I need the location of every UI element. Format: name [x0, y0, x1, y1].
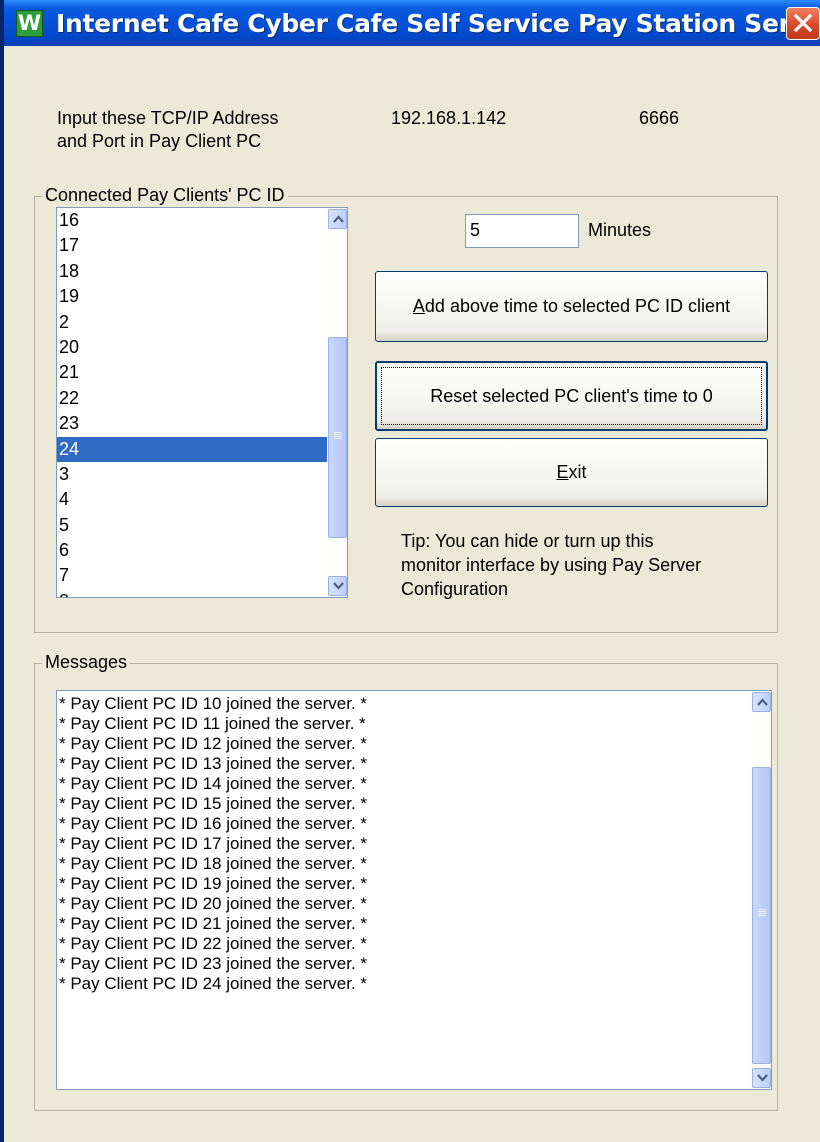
clients-scroll-thumb[interactable]	[328, 337, 347, 538]
client-list-item[interactable]: 3	[57, 462, 347, 487]
message-line: * Pay Client PC ID 19 joined the server.…	[59, 874, 368, 893]
instruction-label-line2: and Port in Pay Client PC	[57, 131, 262, 151]
client-list-item[interactable]: 6	[57, 538, 347, 563]
window-title: Internet Cafe Cyber Cafe Self Service Pa…	[56, 9, 820, 38]
instruction-label-line1: Input these TCP/IP Address	[57, 108, 279, 128]
message-line: * Pay Client PC ID 11 joined the server.…	[59, 714, 366, 733]
minutes-input[interactable]: 5	[465, 214, 579, 248]
close-button[interactable]	[786, 7, 820, 40]
message-line: * Pay Client PC ID 10 joined the server.…	[59, 694, 368, 713]
app-icon: W	[16, 10, 43, 37]
messages-scroll-thumb[interactable]	[752, 767, 771, 1064]
tip-text-line1: Tip: You can hide or turn up this	[401, 531, 654, 551]
chevron-down-icon	[757, 1074, 768, 1082]
tip-text-line2: monitor interface by using Pay Server	[401, 555, 702, 575]
client-list-item[interactable]: 18	[57, 259, 347, 284]
message-line: * Pay Client PC ID 14 joined the server.…	[59, 774, 368, 793]
main-window: W Internet Cafe Cyber Cafe Self Service …	[0, 0, 820, 1142]
client-list-item[interactable]: 22	[57, 386, 347, 411]
message-line: * Pay Client PC ID 21 joined the server.…	[59, 914, 368, 933]
client-list-item[interactable]: 23	[57, 411, 347, 436]
client-list-item[interactable]: 5	[57, 513, 347, 538]
port-value: 6666	[639, 108, 680, 128]
client-list-item[interactable]: 7	[57, 563, 347, 588]
client-list-item[interactable]: 16	[57, 208, 347, 233]
add-time-button-label: Add above time to selected PC ID client	[412, 296, 731, 316]
messages-list: * Pay Client PC ID 10 joined the server.…	[57, 694, 771, 994]
clients-listbox[interactable]: 1617181922021222324345678	[56, 207, 348, 598]
client-list-item[interactable]: 4	[57, 487, 347, 512]
message-line: * Pay Client PC ID 20 joined the server.…	[59, 894, 368, 913]
client-list-item[interactable]: 19	[57, 284, 347, 309]
message-line: * Pay Client PC ID 17 joined the server.…	[59, 834, 368, 853]
client-list-item[interactable]: 21	[57, 360, 347, 385]
client-list-item[interactable]: 24	[57, 436, 347, 462]
messages-group-legend: Messages	[42, 652, 131, 673]
messages-listbox[interactable]: * Pay Client PC ID 10 joined the server.…	[56, 690, 772, 1090]
messages-scrollbar[interactable]	[751, 691, 771, 1089]
exit-button[interactable]: Exit	[375, 438, 768, 507]
clients-group-legend: Connected Pay Clients' PC ID	[42, 185, 288, 206]
clients-list: 1617181922021222324345678	[57, 208, 347, 597]
message-line: * Pay Client PC ID 18 joined the server.…	[59, 854, 368, 873]
client-list-item[interactable]: 2	[57, 310, 347, 335]
add-time-button[interactable]: Add above time to selected PC ID client	[375, 271, 768, 342]
clients-scroll-down-button[interactable]	[328, 576, 347, 596]
clients-scroll-up-button[interactable]	[328, 209, 347, 229]
exit-button-label: Exit	[556, 462, 587, 482]
close-icon	[793, 13, 813, 33]
chevron-up-icon	[333, 215, 344, 223]
client-list-item[interactable]: 17	[57, 233, 347, 258]
chevron-up-icon	[757, 698, 768, 706]
message-line: * Pay Client PC ID 23 joined the server.…	[59, 954, 368, 973]
reset-time-button[interactable]: Reset selected PC client's time to 0	[375, 361, 768, 431]
ip-address-value: 192.168.1.142	[391, 108, 507, 128]
message-line: * Pay Client PC ID 13 joined the server.…	[59, 754, 368, 773]
reset-time-button-label: Reset selected PC client's time to 0	[430, 385, 713, 406]
message-line: * Pay Client PC ID 15 joined the server.…	[59, 794, 368, 813]
messages-scroll-down-button[interactable]	[752, 1068, 771, 1088]
messages-scroll-up-button[interactable]	[752, 692, 771, 712]
client-list-item[interactable]: 20	[57, 335, 347, 360]
chevron-down-icon	[333, 582, 344, 590]
message-line: * Pay Client PC ID 24 joined the server.…	[59, 974, 368, 993]
client-list-item[interactable]: 8	[57, 589, 347, 597]
clients-scrollbar[interactable]	[327, 208, 347, 597]
tip-text-line3: Configuration	[401, 579, 509, 599]
message-line: * Pay Client PC ID 22 joined the server.…	[59, 934, 368, 953]
message-line: * Pay Client PC ID 16 joined the server.…	[59, 814, 368, 833]
message-line: * Pay Client PC ID 12 joined the server.…	[59, 734, 368, 753]
minutes-label: Minutes	[588, 220, 652, 240]
title-bar[interactable]: W Internet Cafe Cyber Cafe Self Service …	[4, 0, 820, 46]
